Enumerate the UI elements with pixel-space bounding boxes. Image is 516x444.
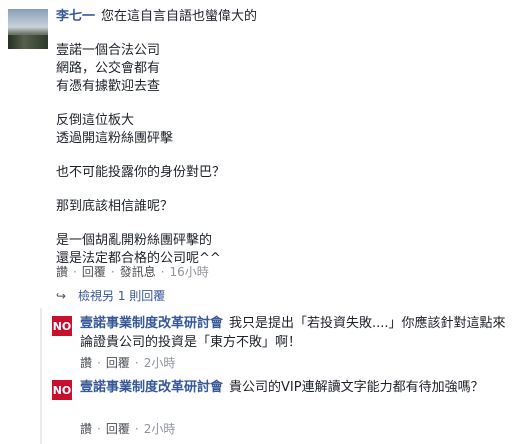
send-message-link[interactable]: 發訊息 [120, 265, 156, 279]
comment-first-line: 李七一 您在這自言自語也蠻偉大的 [56, 8, 506, 26]
avatar[interactable]: NO [52, 316, 72, 336]
view-replies-label: 檢視另 1 則回覆 [78, 289, 166, 303]
reply-link[interactable]: 回覆 [82, 265, 106, 279]
comment-body: 李七一 您在這自言自語也蠻偉大的 壹諾一個合法公司 網路，公交會都有 有憑有據歡迎… [56, 8, 506, 268]
separator: · [134, 422, 139, 436]
timestamp[interactable]: 16小時 [170, 265, 209, 279]
like-link[interactable]: 讚 [80, 356, 92, 370]
reply-text: 壹諾事業制度改革研討會 貴公司的VIP連解讀文字能力都有待加強嗎？ [80, 378, 510, 397]
replies-divider [40, 308, 42, 444]
avatar[interactable] [8, 9, 48, 49]
separator: · [97, 356, 101, 370]
separator: · [73, 265, 77, 279]
separator: · [110, 265, 115, 279]
comment-paragraph: 也不可能投露你的身份對巴？ [56, 165, 226, 180]
reply-link[interactable]: 回覆 [106, 422, 130, 436]
like-link[interactable]: 讚 [56, 265, 68, 279]
reply-message: 貴公司的VIP連解讀文字能力都有待加強嗎？ [229, 380, 484, 395]
timestamp[interactable]: 2小時 [144, 356, 176, 370]
comment-actions: 讚 · 回覆 · 發訊息 · 16小時 [56, 263, 209, 280]
reply-actions: 讚 · 回覆 · 2小時 [80, 354, 175, 371]
separator: · [97, 422, 101, 436]
comment-text: 您在這自言自語也蠻偉大的 [101, 9, 258, 24]
reply-link[interactable]: 回覆 [106, 356, 130, 370]
separator: · [134, 356, 139, 370]
timestamp[interactable]: 2小時 [144, 422, 176, 436]
reply-author[interactable]: 壹諾事業制度改革研討會 [80, 380, 223, 395]
like-link[interactable]: 讚 [80, 422, 92, 436]
comment-paragraph: 那到底該相信誰呢？ [56, 199, 174, 214]
comment-paragraph: 壹諾一個合法公司 網路，公交會都有 有憑有據歡迎去查 [56, 43, 161, 94]
comment-author[interactable]: 李七一 [56, 9, 95, 24]
reply-author[interactable]: 壹諾事業制度改革研討會 [80, 316, 223, 331]
view-more-replies-link[interactable]: ↪ 檢視另 1 則回覆 [56, 287, 165, 304]
comment-paragraph: 反倒這位板大 透過開這粉絲團砰擊 [56, 113, 174, 146]
reply-text: 壹諾事業制度改革研討會 我只是提出「若投資失敗....」你應該針對這點來論證貴公司… [80, 314, 510, 352]
reply-actions: 讚 · 回覆 · 2小時 [80, 420, 175, 437]
avatar[interactable]: NO [52, 380, 72, 400]
separator: · [160, 265, 165, 279]
reply-arrow-icon: ↪ [56, 289, 67, 303]
